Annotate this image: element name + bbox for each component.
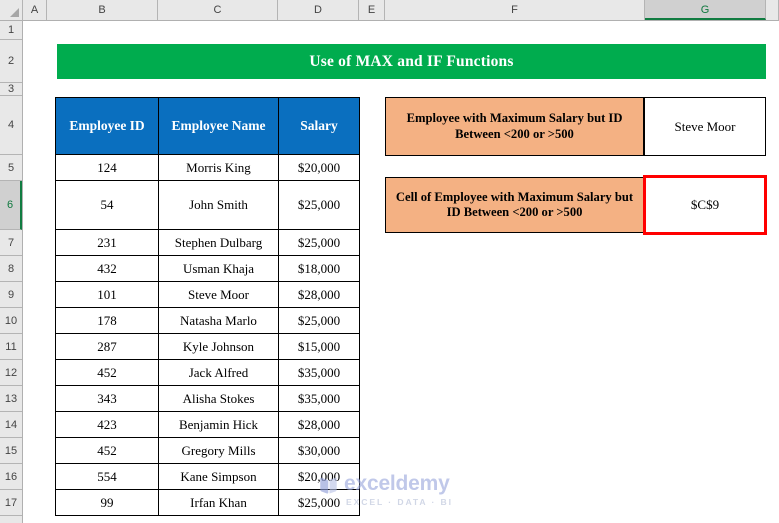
table-row[interactable]: 452 Gregory Mills $30,000: [55, 437, 360, 464]
panel-label-2: Cell of Employee with Maximum Salary but…: [385, 177, 644, 233]
cell-employee-id[interactable]: 452: [55, 359, 159, 386]
column-header-a[interactable]: A: [23, 0, 47, 20]
sheet-title-banner: Use of MAX and IF Functions: [57, 44, 766, 79]
row-header-17[interactable]: 17: [0, 490, 22, 516]
column-title-salary: Salary: [278, 97, 360, 155]
column-header-e[interactable]: E: [359, 0, 385, 20]
table-row[interactable]: 554 Kane Simpson $20,000: [55, 463, 360, 490]
table-row[interactable]: 178 Natasha Marlo $25,000: [55, 307, 360, 334]
cell-employee-salary[interactable]: $25,000: [278, 307, 360, 334]
table-header-row: Employee ID Employee Name Salary: [55, 97, 360, 155]
column-header-filler[interactable]: [766, 0, 779, 20]
select-all-corner-button[interactable]: [0, 0, 23, 21]
cell-employee-salary[interactable]: $25,000: [278, 489, 360, 516]
row-header-9[interactable]: 9: [0, 282, 22, 308]
panel-result-2[interactable]: $C$9: [643, 175, 767, 235]
cell-employee-id[interactable]: 452: [55, 437, 159, 464]
cell-employee-id[interactable]: 99: [55, 489, 159, 516]
cell-employee-salary[interactable]: $28,000: [278, 281, 360, 308]
cell-employee-name[interactable]: Gregory Mills: [158, 437, 279, 464]
cell-employee-salary[interactable]: $30,000: [278, 437, 360, 464]
row-header-4[interactable]: 4: [0, 96, 22, 155]
cell-employee-salary[interactable]: $28,000: [278, 411, 360, 438]
row-header-5[interactable]: 5: [0, 155, 22, 181]
select-all-triangle-icon: [10, 8, 19, 17]
row-header-10[interactable]: 10: [0, 308, 22, 334]
cell-employee-name[interactable]: Irfan Khan: [158, 489, 279, 516]
row-header-11[interactable]: 11: [0, 334, 22, 360]
row-header-15[interactable]: 15: [0, 438, 22, 464]
row-header-13[interactable]: 13: [0, 386, 22, 412]
column-title-employee-name: Employee Name: [158, 97, 279, 155]
cell-employee-id[interactable]: 178: [55, 307, 159, 334]
row-header-2[interactable]: 2: [0, 40, 22, 83]
row-header-6[interactable]: 6: [0, 181, 22, 230]
cell-employee-name[interactable]: Kane Simpson: [158, 463, 279, 490]
column-header-d[interactable]: D: [278, 0, 359, 20]
cell-employee-id[interactable]: 124: [55, 154, 159, 181]
cell-employee-name[interactable]: Jack Alfred: [158, 359, 279, 386]
cell-employee-id[interactable]: 101: [55, 281, 159, 308]
cell-employee-salary[interactable]: $35,000: [278, 385, 360, 412]
spreadsheet-canvas: A B C D E F G 1 2 3 4 5 6 7 8 9 10 11 12 13 14 15 16 17 Use of M…: [0, 0, 779, 523]
row-header-3[interactable]: 3: [0, 83, 22, 96]
employee-table[interactable]: Employee ID Employee Name Salary 124 Morris …: [55, 97, 360, 516]
row-header-14[interactable]: 14: [0, 412, 22, 438]
column-title-employee-id: Employee ID: [55, 97, 159, 155]
cell-employee-name[interactable]: Alisha Stokes: [158, 385, 279, 412]
cell-employee-salary[interactable]: $20,000: [278, 463, 360, 490]
cell-employee-salary[interactable]: $25,000: [278, 229, 360, 256]
row-header-1[interactable]: 1: [0, 21, 22, 40]
cell-employee-id[interactable]: 423: [55, 411, 159, 438]
cell-employee-salary[interactable]: $20,000: [278, 154, 360, 181]
cell-employee-salary[interactable]: $15,000: [278, 333, 360, 360]
cell-employee-name[interactable]: John Smith: [158, 180, 279, 230]
cell-employee-id[interactable]: 287: [55, 333, 159, 360]
cell-employee-salary[interactable]: $18,000: [278, 255, 360, 282]
table-row[interactable]: 432 Usman Khaja $18,000: [55, 255, 360, 282]
cell-employee-id[interactable]: 54: [55, 180, 159, 230]
column-header-g[interactable]: G: [645, 0, 766, 20]
cell-employee-id[interactable]: 343: [55, 385, 159, 412]
row-header-7[interactable]: 7: [0, 230, 22, 256]
cell-employee-id[interactable]: 432: [55, 255, 159, 282]
cell-employee-id[interactable]: 231: [55, 229, 159, 256]
panel-label-1: Employee with Maximum Salary but ID Betw…: [385, 97, 644, 156]
cell-employee-name[interactable]: Benjamin Hick: [158, 411, 279, 438]
cell-employee-salary[interactable]: $35,000: [278, 359, 360, 386]
row-header-8[interactable]: 8: [0, 256, 22, 282]
table-row[interactable]: 343 Alisha Stokes $35,000: [55, 385, 360, 412]
cell-employee-name[interactable]: Steve Moor: [158, 281, 279, 308]
panel-result-1[interactable]: Steve Moor: [644, 97, 766, 156]
table-row[interactable]: 101 Steve Moor $28,000: [55, 281, 360, 308]
cell-employee-name[interactable]: Natasha Marlo: [158, 307, 279, 334]
cell-employee-salary[interactable]: $25,000: [278, 180, 360, 230]
column-header-c[interactable]: C: [158, 0, 278, 20]
cell-employee-name[interactable]: Kyle Johnson: [158, 333, 279, 360]
row-header-12[interactable]: 12: [0, 360, 22, 386]
column-header-b[interactable]: B: [47, 0, 158, 20]
cell-employee-id[interactable]: 554: [55, 463, 159, 490]
table-row[interactable]: 54 John Smith $25,000: [55, 180, 360, 230]
table-row[interactable]: 231 Stephen Dulbarg $25,000: [55, 229, 360, 256]
table-row[interactable]: 124 Morris King $20,000: [55, 154, 360, 181]
row-header-16[interactable]: 16: [0, 464, 22, 490]
cell-employee-name[interactable]: Morris King: [158, 154, 279, 181]
cell-employee-name[interactable]: Usman Khaja: [158, 255, 279, 282]
column-header-f[interactable]: F: [385, 0, 645, 20]
table-row[interactable]: 452 Jack Alfred $35,000: [55, 359, 360, 386]
cell-employee-name[interactable]: Stephen Dulbarg: [158, 229, 279, 256]
table-row[interactable]: 423 Benjamin Hick $28,000: [55, 411, 360, 438]
table-row[interactable]: 287 Kyle Johnson $15,000: [55, 333, 360, 360]
table-row[interactable]: 99 Irfan Khan $25,000: [55, 489, 360, 516]
